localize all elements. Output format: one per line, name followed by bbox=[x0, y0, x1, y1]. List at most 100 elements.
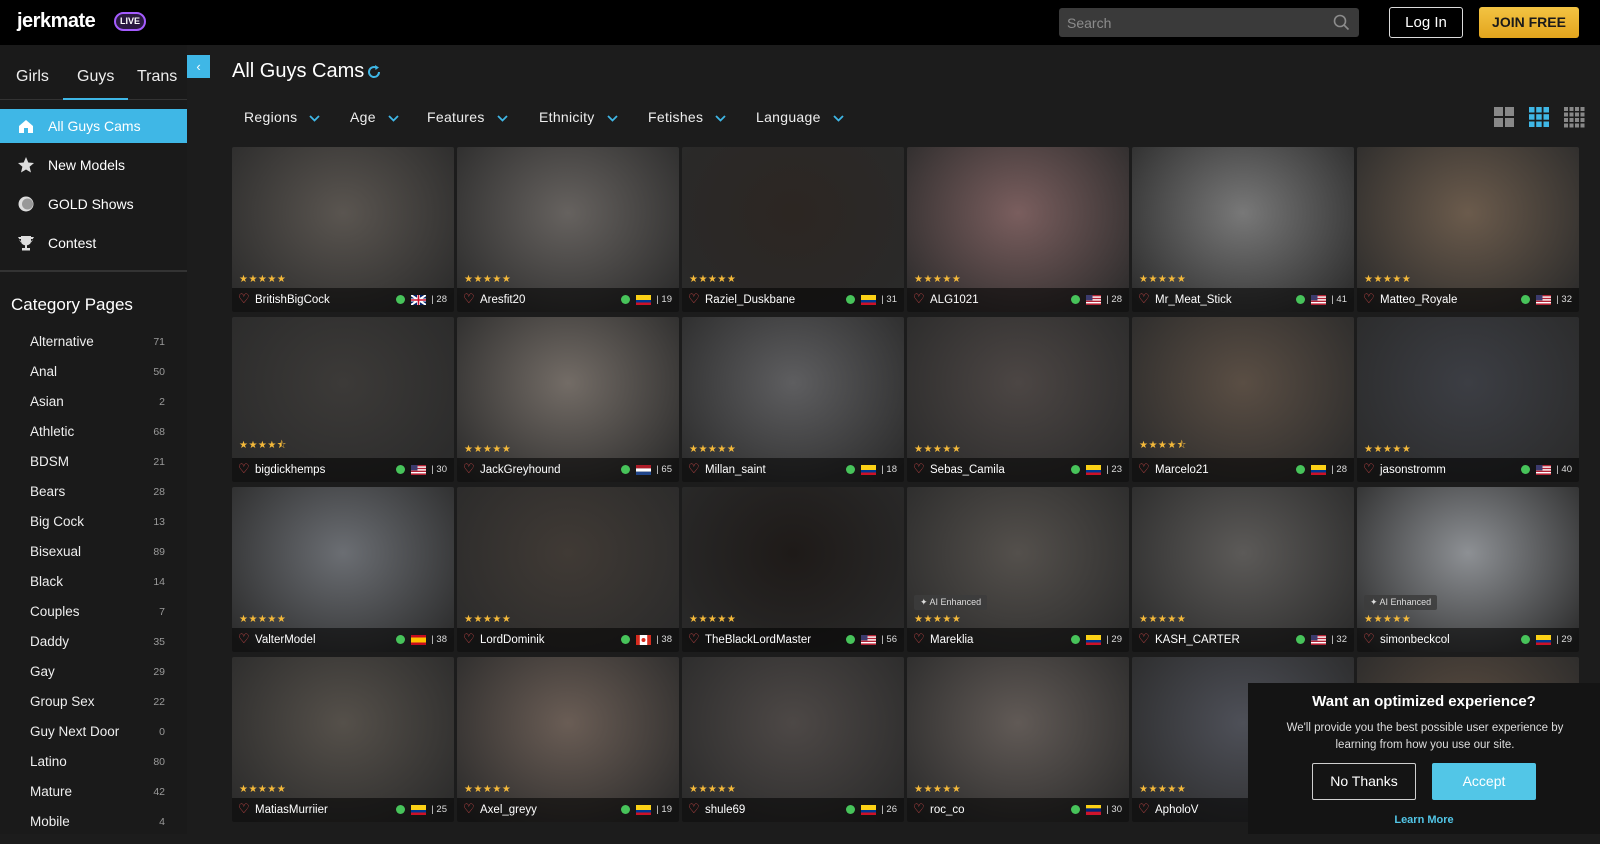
country-flag-icon bbox=[1311, 465, 1326, 475]
category-item[interactable]: Athletic 68 bbox=[30, 424, 165, 454]
search-icon[interactable] bbox=[1333, 14, 1350, 31]
model-tile[interactable]: ★★★★★ ♡ Sebas_Camila | 23 bbox=[907, 317, 1129, 482]
online-status-dot bbox=[1521, 465, 1530, 474]
favorite-heart-icon[interactable]: ♡ bbox=[1138, 801, 1150, 817]
filter-language[interactable]: Language bbox=[756, 109, 844, 125]
model-age: | 40 bbox=[1556, 464, 1572, 475]
country-flag-icon bbox=[636, 805, 651, 815]
filter-regions[interactable]: Regions bbox=[244, 109, 321, 125]
model-tile[interactable]: ★★★★★ ♡ JackGreyhound | 65 bbox=[457, 317, 679, 482]
model-tile[interactable]: ★★★★★ ♡ Raziel_Duskbane | 31 bbox=[682, 147, 904, 312]
category-item[interactable]: Bisexual 89 bbox=[30, 544, 165, 574]
filter-ethnicity[interactable]: Ethnicity bbox=[539, 109, 618, 125]
model-tile[interactable]: ✦ AI Enhanced ★★★★★ ♡ Mareklia | 29 bbox=[907, 487, 1129, 652]
favorite-heart-icon[interactable]: ♡ bbox=[463, 291, 475, 307]
nav-contest[interactable]: Contest bbox=[0, 226, 187, 260]
tab-trans[interactable]: Trans bbox=[137, 68, 177, 86]
category-item[interactable]: Gay 29 bbox=[30, 664, 165, 694]
no-thanks-button[interactable]: No Thanks bbox=[1312, 763, 1416, 800]
model-tile[interactable]: ★★★★★ ♡ roc_co | 30 bbox=[907, 657, 1129, 822]
favorite-heart-icon[interactable]: ♡ bbox=[688, 801, 700, 817]
search-input[interactable]: Search bbox=[1059, 8, 1359, 37]
favorite-heart-icon[interactable]: ♡ bbox=[1138, 631, 1150, 647]
favorite-heart-icon[interactable]: ♡ bbox=[238, 291, 250, 307]
category-item[interactable]: Black 14 bbox=[30, 574, 165, 604]
join-free-button[interactable]: JOIN FREE bbox=[1479, 7, 1579, 38]
collapse-sidebar-button[interactable]: ‹ bbox=[187, 55, 210, 78]
model-age: | 38 bbox=[431, 634, 447, 645]
category-item[interactable]: Mobile 4 bbox=[30, 814, 165, 844]
medium-grid-icon[interactable] bbox=[1528, 106, 1550, 128]
refresh-icon[interactable] bbox=[366, 64, 382, 80]
category-item[interactable]: Alternative 71 bbox=[30, 334, 165, 364]
filter-fetishes[interactable]: Fetishes bbox=[648, 109, 726, 125]
model-tile[interactable]: ✦ AI Enhanced ★★★★★ ♡ simonbeckcol | 29 bbox=[1357, 487, 1579, 652]
category-label: Guy Next Door bbox=[30, 724, 120, 739]
category-item[interactable]: Big Cock 13 bbox=[30, 514, 165, 544]
nav-all-guys-cams[interactable]: All Guys Cams bbox=[0, 109, 187, 143]
category-item[interactable]: Bears 28 bbox=[30, 484, 165, 514]
model-tile[interactable]: ★★★★★ ♡ Axel_greyy | 19 bbox=[457, 657, 679, 822]
model-tile[interactable]: ★★★★★ ♡ BritishBigCock | 28 bbox=[232, 147, 454, 312]
large-grid-icon[interactable] bbox=[1493, 106, 1515, 128]
small-grid-icon[interactable] bbox=[1563, 106, 1585, 128]
logo[interactable]: jerkmate bbox=[17, 10, 96, 33]
model-tile[interactable]: ★★★★★ ♡ Aresfit20 | 19 bbox=[457, 147, 679, 312]
filter-features[interactable]: Features bbox=[427, 109, 508, 125]
model-tile[interactable]: ★★★★★ ♡ Mr_Meat_Stick | 41 bbox=[1132, 147, 1354, 312]
nav-gold-shows[interactable]: GOLD Shows bbox=[0, 187, 187, 221]
favorite-heart-icon[interactable]: ♡ bbox=[913, 291, 925, 307]
model-tile[interactable]: ★★★★★ ♡ shule69 | 26 bbox=[682, 657, 904, 822]
model-tile[interactable]: ★★★★⯪ ♡ Marcelo21 | 28 bbox=[1132, 317, 1354, 482]
category-item[interactable]: Group Sex 22 bbox=[30, 694, 165, 724]
model-tile[interactable]: ★★★★⯪ ♡ bigdickhemps | 30 bbox=[232, 317, 454, 482]
category-item[interactable]: BDSM 21 bbox=[30, 454, 165, 484]
favorite-heart-icon[interactable]: ♡ bbox=[1138, 461, 1150, 477]
model-tile[interactable]: ★★★★★ ♡ Millan_saint | 18 bbox=[682, 317, 904, 482]
category-label: Asian bbox=[30, 394, 64, 409]
favorite-heart-icon[interactable]: ♡ bbox=[463, 461, 475, 477]
favorite-heart-icon[interactable]: ♡ bbox=[1363, 631, 1375, 647]
tab-guys[interactable]: Guys bbox=[62, 68, 129, 100]
favorite-heart-icon[interactable]: ♡ bbox=[463, 801, 475, 817]
favorite-heart-icon[interactable]: ♡ bbox=[1363, 461, 1375, 477]
category-count: 89 bbox=[153, 546, 165, 558]
learn-more-link[interactable]: Learn More bbox=[1248, 814, 1600, 826]
favorite-heart-icon[interactable]: ♡ bbox=[688, 291, 700, 307]
category-label: Gay bbox=[30, 664, 55, 679]
accept-button[interactable]: Accept bbox=[1432, 763, 1536, 800]
model-tile[interactable]: ★★★★★ ♡ LordDominik | 38 bbox=[457, 487, 679, 652]
favorite-heart-icon[interactable]: ♡ bbox=[913, 801, 925, 817]
category-item[interactable]: Couples 7 bbox=[30, 604, 165, 634]
favorite-heart-icon[interactable]: ♡ bbox=[1138, 291, 1150, 307]
model-tile[interactable]: ★★★★★ ♡ ValterModel | 38 bbox=[232, 487, 454, 652]
favorite-heart-icon[interactable]: ♡ bbox=[688, 631, 700, 647]
favorite-heart-icon[interactable]: ♡ bbox=[238, 801, 250, 817]
favorite-heart-icon[interactable]: ♡ bbox=[913, 461, 925, 477]
filter-age[interactable]: Age bbox=[350, 109, 399, 125]
category-item[interactable]: Latino 80 bbox=[30, 754, 165, 784]
favorite-heart-icon[interactable]: ♡ bbox=[913, 631, 925, 647]
category-item[interactable]: Asian 2 bbox=[30, 394, 165, 424]
category-item[interactable]: Mature 42 bbox=[30, 784, 165, 814]
model-tile[interactable]: ★★★★★ ♡ TheBlackLordMaster | 56 bbox=[682, 487, 904, 652]
category-item[interactable]: Anal 50 bbox=[30, 364, 165, 394]
model-tile[interactable]: ★★★★★ ♡ MatiasMurriier | 25 bbox=[232, 657, 454, 822]
model-tile[interactable]: ★★★★★ ♡ jasonstromm | 40 bbox=[1357, 317, 1579, 482]
country-flag-icon bbox=[1536, 635, 1551, 645]
model-tile[interactable]: ★★★★★ ♡ ALG1021 | 28 bbox=[907, 147, 1129, 312]
favorite-heart-icon[interactable]: ♡ bbox=[1363, 291, 1375, 307]
favorite-heart-icon[interactable]: ♡ bbox=[688, 461, 700, 477]
rating-stars: ★★★★★ bbox=[914, 274, 962, 285]
category-item[interactable]: Daddy 35 bbox=[30, 634, 165, 664]
favorite-heart-icon[interactable]: ♡ bbox=[238, 461, 250, 477]
tab-girls[interactable]: Girls bbox=[16, 68, 49, 86]
favorite-heart-icon[interactable]: ♡ bbox=[463, 631, 475, 647]
favorite-heart-icon[interactable]: ♡ bbox=[238, 631, 250, 647]
model-tile[interactable]: ★★★★★ ♡ KASH_CARTER | 32 bbox=[1132, 487, 1354, 652]
model-tile[interactable]: ★★★★★ ♡ Matteo_Royale | 32 bbox=[1357, 147, 1579, 312]
category-item[interactable]: Guy Next Door 0 bbox=[30, 724, 165, 754]
nav-new-models[interactable]: New Models bbox=[0, 148, 187, 182]
login-button[interactable]: Log In bbox=[1389, 7, 1463, 38]
model-name: roc_co bbox=[930, 804, 965, 816]
